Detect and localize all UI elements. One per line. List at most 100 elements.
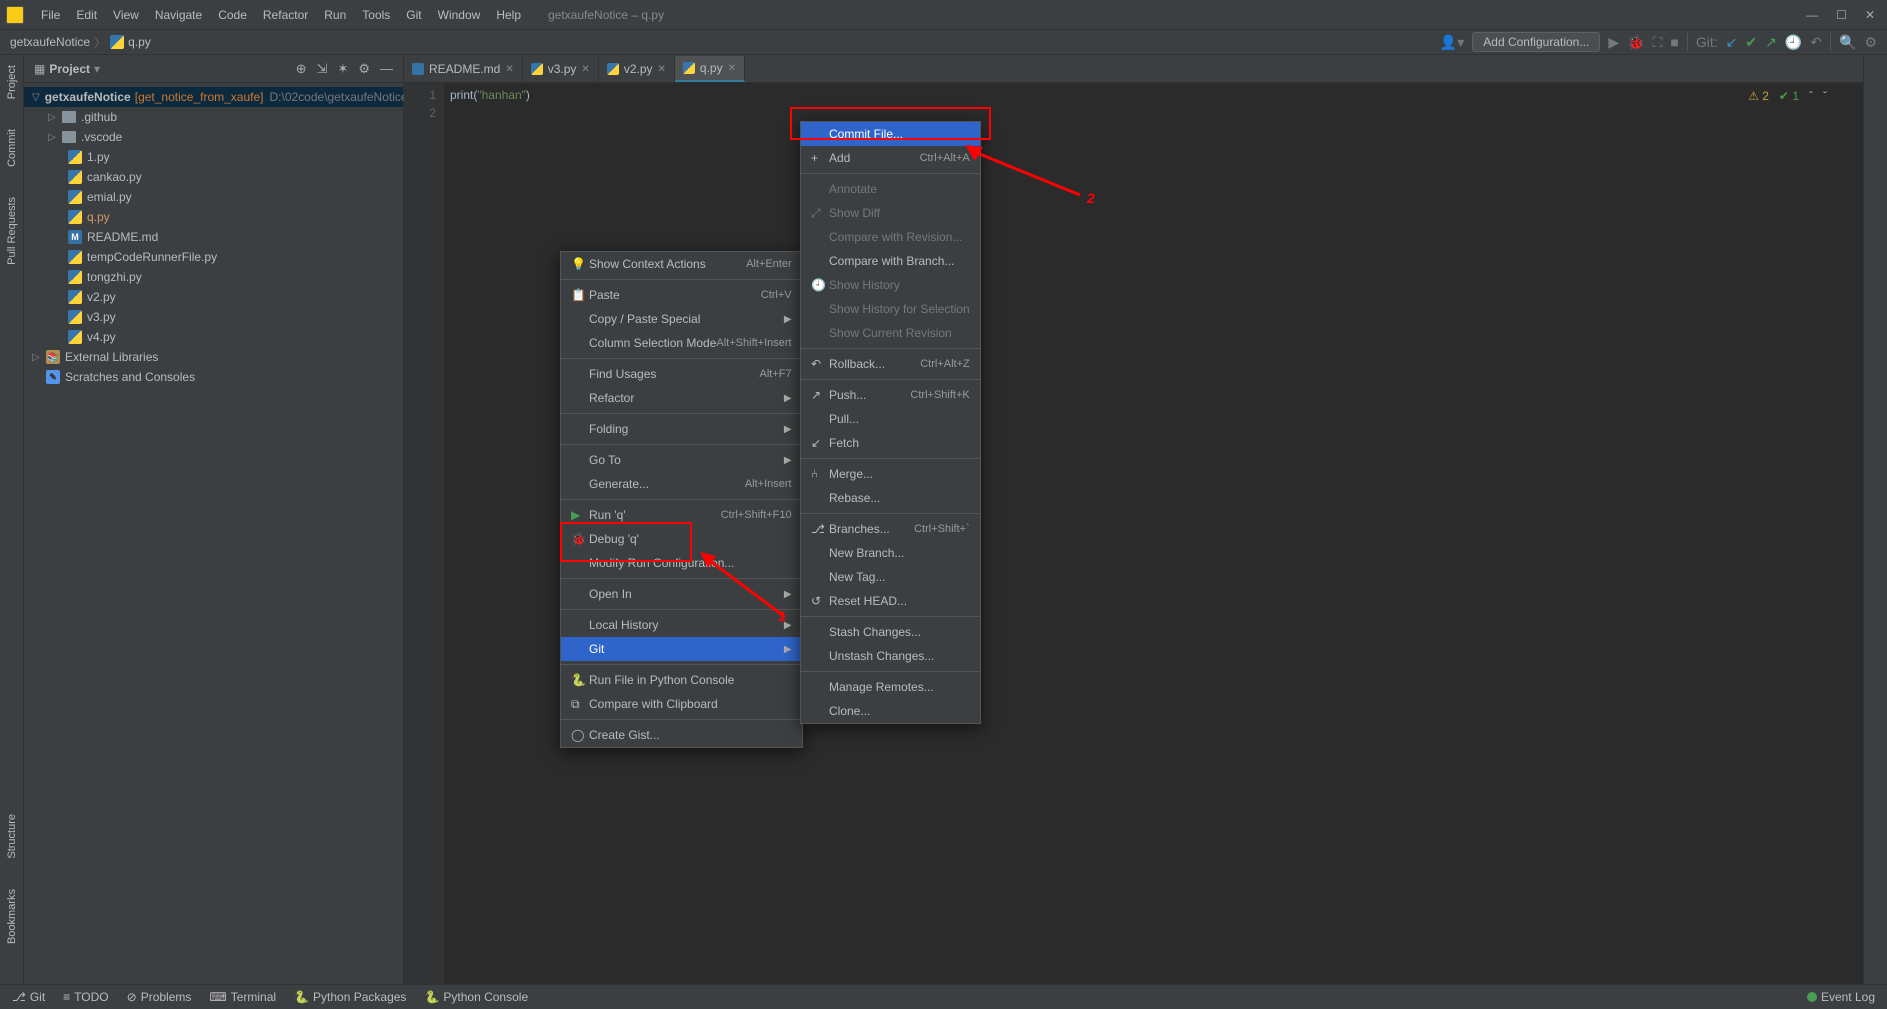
close-tab-icon[interactable]: ✕ <box>658 64 666 75</box>
menu-view[interactable]: View <box>106 5 146 25</box>
menu-item[interactable]: ▶Run 'q'Ctrl+Shift+F10 <box>561 503 802 527</box>
breadcrumb-project[interactable]: getxaufeNotice <box>10 35 90 49</box>
run-icon[interactable]: ▶ <box>1608 34 1619 51</box>
menu-item[interactable]: Pull... <box>801 407 980 431</box>
menu-item[interactable]: 🐍Run File in Python Console <box>561 668 802 692</box>
menu-item[interactable]: ↺Reset HEAD... <box>801 589 980 613</box>
tree-folder[interactable]: ▷.github <box>24 107 403 127</box>
rail-structure[interactable]: Structure <box>6 814 18 859</box>
tree-scratches[interactable]: ✎Scratches and Consoles <box>24 367 403 387</box>
menu-help[interactable]: Help <box>489 5 528 25</box>
menu-item[interactable]: Clone... <box>801 699 980 723</box>
menu-code[interactable]: Code <box>211 5 254 25</box>
menu-item[interactable]: +AddCtrl+Alt+A <box>801 146 980 170</box>
hide-icon[interactable]: — <box>380 61 393 76</box>
chevron-up-icon[interactable]: ˆ <box>1809 87 1813 105</box>
tree-file[interactable]: v2.py <box>24 287 403 307</box>
menu-item[interactable]: 💡Show Context ActionsAlt+Enter <box>561 252 802 276</box>
minimize-icon[interactable]: — <box>1806 8 1818 22</box>
menu-item[interactable]: ⎇Branches...Ctrl+Shift+` <box>801 517 980 541</box>
git-push-icon[interactable]: ↗ <box>1765 34 1777 51</box>
tree-file[interactable]: q.py <box>24 207 403 227</box>
menu-item[interactable]: Copy / Paste Special▶ <box>561 307 802 331</box>
menu-refactor[interactable]: Refactor <box>256 5 315 25</box>
menu-item[interactable]: Git▶ <box>561 637 802 661</box>
breadcrumb-file[interactable]: q.py <box>128 35 151 49</box>
menu-edit[interactable]: Edit <box>69 5 104 25</box>
menu-item[interactable]: Column Selection ModeAlt+Shift+Insert <box>561 331 802 355</box>
tree-external-libraries[interactable]: ▷📚External Libraries <box>24 347 403 367</box>
tree-file[interactable]: cankao.py <box>24 167 403 187</box>
tree-file[interactable]: v3.py <box>24 307 403 327</box>
stop-icon[interactable]: ■ <box>1670 34 1678 50</box>
menu-item[interactable]: Go To▶ <box>561 448 802 472</box>
git-history-icon[interactable]: 🕘 <box>1785 34 1802 51</box>
user-icon[interactable]: 👤▾ <box>1440 34 1464 51</box>
menu-item[interactable]: ↗Push...Ctrl+Shift+K <box>801 383 980 407</box>
git-pull-icon[interactable]: ↙ <box>1726 34 1738 51</box>
menu-item[interactable]: Unstash Changes... <box>801 644 980 668</box>
menu-item[interactable]: Refactor▶ <box>561 386 802 410</box>
menu-item[interactable]: Open In▶ <box>561 582 802 606</box>
rail-pull-requests[interactable]: Pull Requests <box>6 197 18 265</box>
menu-item[interactable]: Modify Run Configuration... <box>561 551 802 575</box>
menu-item[interactable]: Stash Changes... <box>801 620 980 644</box>
dropdown-icon[interactable]: ▾ <box>94 62 100 76</box>
add-configuration-button[interactable]: Add Configuration... <box>1472 32 1600 52</box>
ok-icon[interactable]: ✔ 1 <box>1779 87 1799 105</box>
rail-commit[interactable]: Commit <box>6 129 18 167</box>
chevron-down-icon[interactable]: ˇ <box>1823 87 1827 105</box>
menu-item[interactable]: Generate...Alt+Insert <box>561 472 802 496</box>
menu-item[interactable]: 📋PasteCtrl+V <box>561 283 802 307</box>
menu-git[interactable]: Git <box>399 5 428 25</box>
gear-icon[interactable]: ⚙ <box>358 61 370 77</box>
bottom-python-console[interactable]: 🐍 Python Console <box>424 990 528 1004</box>
bottom-python-packages[interactable]: 🐍 Python Packages <box>294 990 406 1004</box>
bottom-terminal[interactable]: ⌨ Terminal <box>209 990 276 1004</box>
rail-bookmarks[interactable]: Bookmarks <box>6 889 18 944</box>
menu-item[interactable]: Find UsagesAlt+F7 <box>561 362 802 386</box>
menu-item[interactable]: New Tag... <box>801 565 980 589</box>
git-commit-icon[interactable]: ✔ <box>1745 34 1757 51</box>
tree-file[interactable]: v4.py <box>24 327 403 347</box>
inspection-status[interactable]: ⚠ 2 ✔ 1 ˆ ˇ <box>1748 87 1827 105</box>
tree-root[interactable]: ▽ getxaufeNotice [get_notice_from_xaufe]… <box>24 87 403 107</box>
menu-item[interactable]: Folding▶ <box>561 417 802 441</box>
tab-v2[interactable]: v2.py✕ <box>599 56 675 82</box>
rail-project[interactable]: Project <box>6 65 18 99</box>
bottom-git[interactable]: ⎇ Git <box>12 990 45 1004</box>
menu-item[interactable]: ⑃Merge... <box>801 462 980 486</box>
menu-item[interactable]: Rebase... <box>801 486 980 510</box>
git-rollback-icon[interactable]: ↶ <box>1810 34 1822 51</box>
tree-file[interactable]: MREADME.md <box>24 227 403 247</box>
menu-item[interactable]: Commit File... <box>801 122 980 146</box>
warning-icon[interactable]: ⚠ 2 <box>1748 87 1769 105</box>
close-tab-icon[interactable]: ✕ <box>505 64 513 75</box>
tab-readme[interactable]: README.md✕ <box>404 56 523 82</box>
menu-item[interactable]: 🐞Debug 'q' <box>561 527 802 551</box>
tree-file[interactable]: tongzhi.py <box>24 267 403 287</box>
close-tab-icon[interactable]: ✕ <box>728 63 736 74</box>
coverage-icon[interactable]: ⛶ <box>1653 34 1663 51</box>
menu-item[interactable]: ↙Fetch <box>801 431 980 455</box>
tab-q[interactable]: q.py✕ <box>675 56 745 82</box>
menu-item[interactable]: ↶Rollback...Ctrl+Alt+Z <box>801 352 980 376</box>
maximize-icon[interactable]: ☐ <box>1836 8 1847 22</box>
tree-file[interactable]: tempCodeRunnerFile.py <box>24 247 403 267</box>
menu-tools[interactable]: Tools <box>355 5 397 25</box>
menu-item[interactable]: Manage Remotes... <box>801 675 980 699</box>
collapse-icon[interactable]: ✶ <box>337 61 348 77</box>
bottom-event-log[interactable]: Event Log <box>1807 990 1875 1004</box>
bottom-todo[interactable]: ≡ TODO <box>63 990 108 1004</box>
tree-folder[interactable]: ▷.vscode <box>24 127 403 147</box>
menu-file[interactable]: File <box>34 5 67 25</box>
menu-item[interactable]: ◯Create Gist... <box>561 723 802 747</box>
expand-icon[interactable]: ⇲ <box>317 61 328 77</box>
tree-file[interactable]: emial.py <box>24 187 403 207</box>
menu-item[interactable]: Compare with Branch... <box>801 249 980 273</box>
menu-window[interactable]: Window <box>431 5 488 25</box>
menu-run[interactable]: Run <box>317 5 353 25</box>
search-icon[interactable]: 🔍 <box>1839 34 1856 51</box>
menu-item[interactable]: New Branch... <box>801 541 980 565</box>
bottom-problems[interactable]: ⊘ Problems <box>127 990 192 1004</box>
